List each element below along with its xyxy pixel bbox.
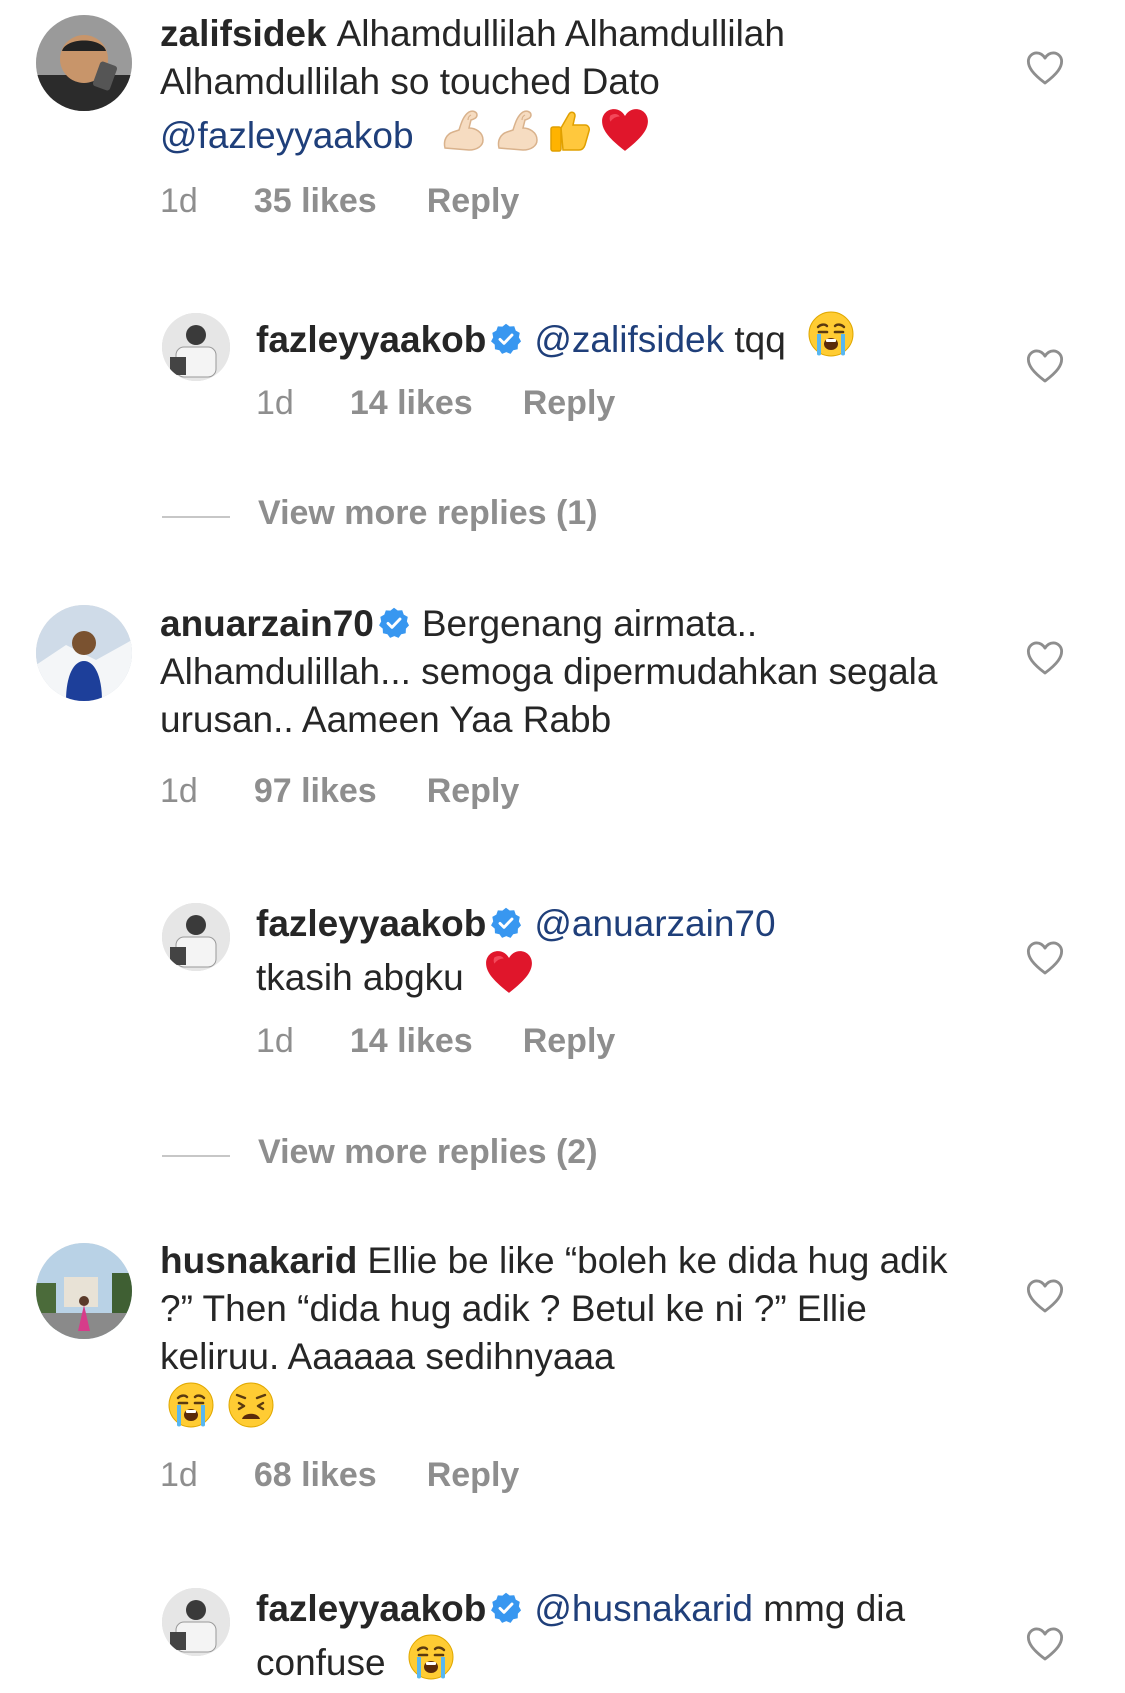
- reply-meta: 1d 14 likes Reply: [256, 1022, 615, 1061]
- view-more-replies[interactable]: View more replies (1): [162, 494, 862, 534]
- reply-button[interactable]: Reply: [427, 1456, 520, 1494]
- crying-face-icon: [406, 1633, 456, 1681]
- comment-time: 1d: [160, 182, 198, 220]
- reply-body: fazleyyaakob @anuarzain70 tkasih abgku: [256, 900, 986, 1002]
- mention-link[interactable]: @fazleyyaakob: [160, 115, 414, 156]
- reply-username[interactable]: fazleyyaakob: [256, 903, 486, 944]
- reply-button[interactable]: Reply: [523, 384, 616, 422]
- comment-username[interactable]: zalifsidek: [160, 13, 327, 54]
- avatar[interactable]: [36, 15, 132, 111]
- likes-count[interactable]: 14 likes: [350, 1022, 473, 1060]
- like-heart-icon[interactable]: [1026, 1626, 1064, 1662]
- reply-body: fazleyyaakob @husnakarid mmg dia confuse: [256, 1585, 986, 1687]
- comment-body: husnakarid Ellie be like “boleh ke dida h…: [160, 1237, 970, 1435]
- crying-face-icon: [166, 1381, 216, 1429]
- reply-time: 1d: [256, 1022, 294, 1060]
- like-heart-icon[interactable]: [1026, 348, 1064, 384]
- mention-link[interactable]: @husnakarid: [534, 1588, 753, 1629]
- comment-body: anuarzain70 Bergenang airmata.. Alhamduli…: [160, 600, 970, 744]
- thumbs-up-icon: [546, 106, 596, 154]
- flexed-biceps-icon: [492, 106, 542, 154]
- avatar[interactable]: [162, 903, 230, 971]
- view-more-replies[interactable]: View more replies (2): [162, 1133, 862, 1173]
- like-heart-icon[interactable]: [1026, 50, 1064, 86]
- avatar[interactable]: [162, 1588, 230, 1656]
- mention-link[interactable]: @zalifsidek: [534, 319, 724, 360]
- comment-time: 1d: [160, 1456, 198, 1494]
- reply-button[interactable]: Reply: [427, 772, 520, 810]
- avatar[interactable]: [162, 313, 230, 381]
- verified-badge-icon: [378, 607, 410, 639]
- view-more-label[interactable]: View more replies (1): [258, 494, 598, 533]
- likes-count[interactable]: 35 likes: [254, 182, 377, 220]
- like-heart-icon[interactable]: [1026, 940, 1064, 976]
- reply-button[interactable]: Reply: [427, 182, 520, 220]
- verified-badge-icon: [490, 323, 522, 355]
- flexed-biceps-icon: [438, 106, 488, 154]
- comment-username[interactable]: anuarzain70: [160, 603, 374, 644]
- mention-link[interactable]: @anuarzain70: [534, 903, 775, 944]
- reply-text: tkasih abgku: [256, 957, 464, 998]
- reply-body: fazleyyaakob @zalifsidek tqq: [256, 310, 986, 364]
- verified-badge-icon: [490, 907, 522, 939]
- likes-count[interactable]: 14 likes: [350, 384, 473, 422]
- likes-count[interactable]: 97 likes: [254, 772, 377, 810]
- reply-username[interactable]: fazleyyaakob: [256, 319, 486, 360]
- likes-count[interactable]: 68 likes: [254, 1456, 377, 1494]
- comment-meta: 1d 97 likes Reply: [160, 772, 519, 811]
- like-heart-icon[interactable]: [1026, 1278, 1064, 1314]
- weary-face-icon: [226, 1381, 276, 1429]
- comment-meta: 1d 35 likes Reply: [160, 182, 519, 221]
- comment-time: 1d: [160, 772, 198, 810]
- reply-time: 1d: [256, 384, 294, 422]
- comment-body: zalifsidek Alhamdullilah Alhamdullilah Al…: [160, 10, 970, 160]
- reply-button[interactable]: Reply: [523, 1022, 616, 1060]
- red-heart-icon: [600, 106, 650, 154]
- comment-username[interactable]: husnakarid: [160, 1240, 357, 1281]
- red-heart-icon: [484, 948, 534, 996]
- verified-badge-icon: [490, 1592, 522, 1624]
- like-heart-icon[interactable]: [1026, 640, 1064, 676]
- avatar[interactable]: [36, 605, 132, 701]
- divider-line: [162, 516, 230, 518]
- reply-username[interactable]: fazleyyaakob: [256, 1588, 486, 1629]
- crying-face-icon: [806, 310, 856, 358]
- view-more-label[interactable]: View more replies (2): [258, 1133, 598, 1172]
- comment-meta: 1d 68 likes Reply: [160, 1456, 519, 1495]
- reply-meta: 1d 14 likes Reply: [256, 384, 615, 423]
- divider-line: [162, 1155, 230, 1157]
- avatar[interactable]: [36, 1243, 132, 1339]
- reply-text: tqq: [734, 319, 786, 360]
